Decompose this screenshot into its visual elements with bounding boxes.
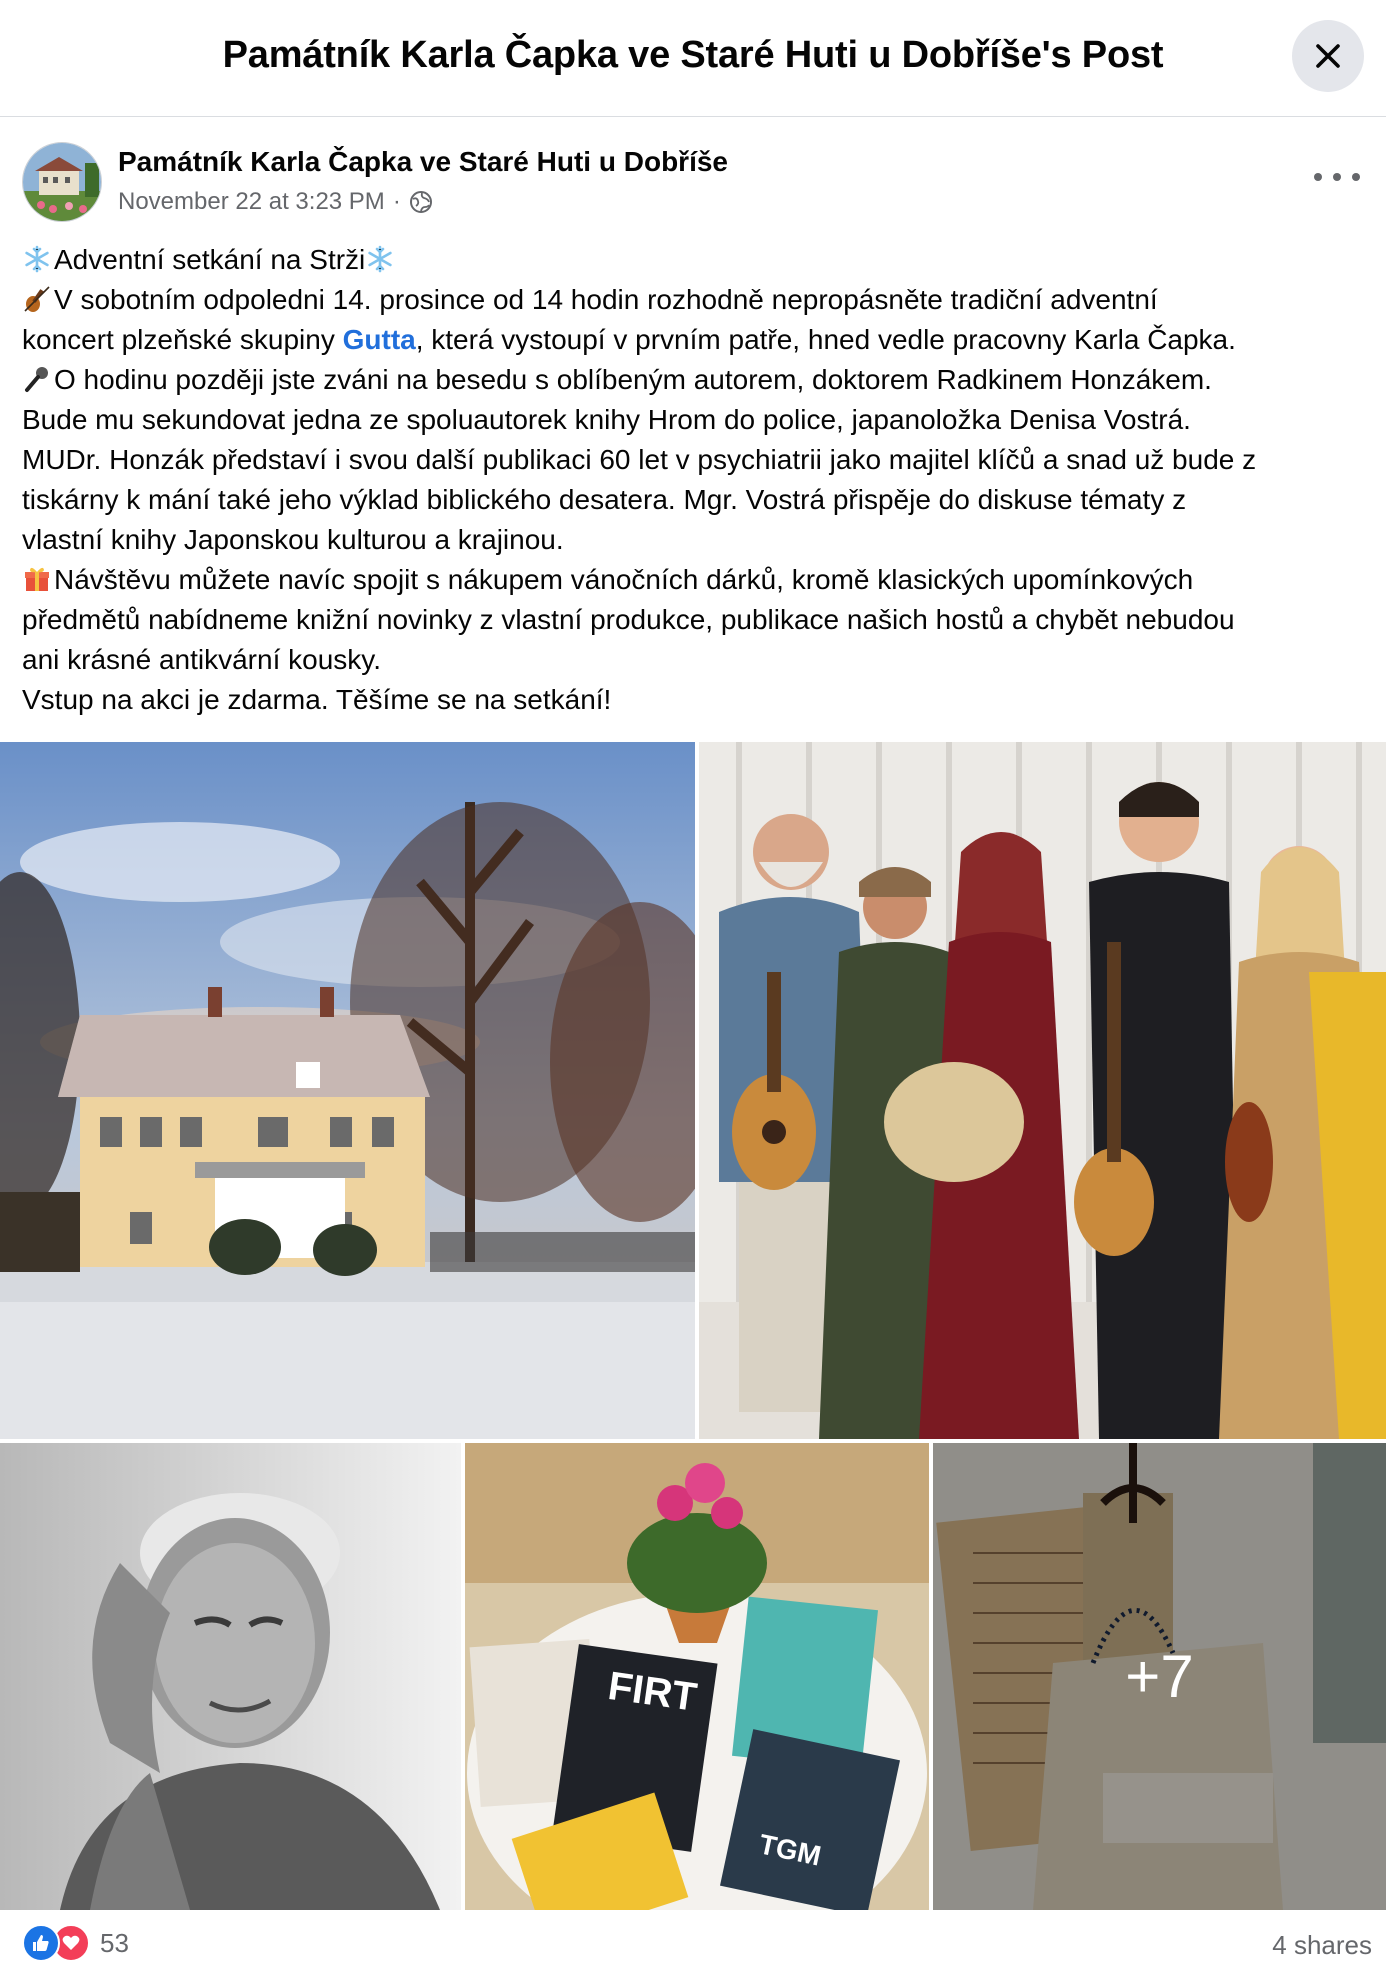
globe-icon bbox=[409, 191, 432, 213]
post-line: Adventní setkání na Strži bbox=[22, 240, 1372, 280]
reactions-summary[interactable]: 53 bbox=[22, 1924, 129, 1962]
more-photos-overlay[interactable]: +7 bbox=[933, 1443, 1386, 1910]
photo-author-portrait[interactable] bbox=[0, 1443, 461, 1910]
photo-books-on-table[interactable]: FIRT TGM bbox=[465, 1443, 929, 1910]
post-footer: 53 4 shares bbox=[0, 1910, 1386, 1982]
post-line: MUDr. Honzák představí i svou další publ… bbox=[22, 444, 1257, 475]
post-line: Vstup na akci je zdarma. Těšíme se na se… bbox=[22, 684, 612, 715]
post-options-button[interactable] bbox=[1314, 162, 1360, 192]
meta-separator: · bbox=[392, 188, 401, 215]
microphone-icon bbox=[25, 367, 48, 392]
post-line: ani krásné antikvární kousky. bbox=[22, 644, 381, 675]
post-meta: November 22 at 3:23 PM · bbox=[118, 188, 433, 216]
post-timestamp[interactable]: November 22 at 3:23 PM bbox=[118, 188, 385, 216]
close-icon bbox=[1316, 44, 1340, 68]
reaction-count: 53 bbox=[100, 1927, 129, 1958]
shares-count[interactable]: 4 shares bbox=[1272, 1930, 1372, 1961]
page-avatar[interactable] bbox=[22, 142, 102, 222]
post-line: koncert plzeňské skupiny Gutta, která vy… bbox=[22, 324, 1236, 355]
photo-villa-in-snow[interactable] bbox=[0, 742, 695, 1439]
photo-grid: FIRT TGM +7 bbox=[0, 742, 1386, 1910]
post-line: Návštěvu můžete navíc spojit s nákupem v… bbox=[22, 560, 1372, 600]
like-icon bbox=[22, 1924, 60, 1962]
photo-antique-items[interactable]: +7 bbox=[933, 1443, 1386, 1910]
close-button[interactable] bbox=[1292, 20, 1364, 92]
photo-band-gutta[interactable] bbox=[699, 742, 1386, 1439]
post-dialog-header: Památník Karla Čapka ve Staré Huti u Dob… bbox=[0, 0, 1386, 117]
post-line: Bude mu sekundovat jedna ze spoluautorek… bbox=[22, 404, 1191, 435]
post-line: V sobotním odpoledni 14. prosince od 14 … bbox=[22, 280, 1372, 320]
snowflake-icon bbox=[25, 245, 49, 273]
violin-icon bbox=[24, 286, 50, 312]
post-line: vlastní knihy Japonskou kulturou a kraji… bbox=[22, 524, 564, 555]
more-dots-icon bbox=[1314, 173, 1322, 181]
gift-icon bbox=[25, 567, 49, 591]
post-message: Adventní setkání na Strži V sobotním odp… bbox=[22, 240, 1372, 720]
snowflake-icon bbox=[368, 245, 392, 273]
dialog-title: Památník Karla Čapka ve Staré Huti u Dob… bbox=[222, 34, 1164, 76]
post-line: tiskárny k mání také jeho výklad biblick… bbox=[22, 484, 1187, 515]
post-line: O hodinu později jste zváni na besedu s … bbox=[22, 360, 1372, 400]
gutta-link[interactable]: Gutta bbox=[343, 324, 416, 355]
post-line: předmětů nabídneme knižní novinky z vlas… bbox=[22, 604, 1235, 635]
page-name-link[interactable]: Památník Karla Čapka ve Staré Huti u Dob… bbox=[118, 146, 728, 178]
